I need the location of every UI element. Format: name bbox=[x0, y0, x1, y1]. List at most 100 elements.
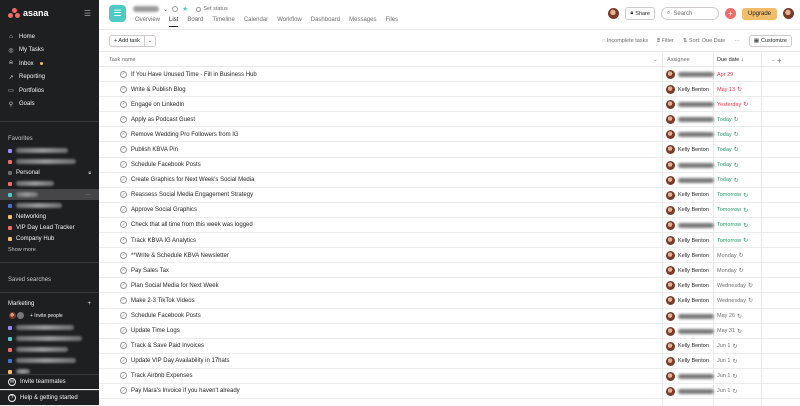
complete-task-checkbox[interactable]: ✓ bbox=[120, 130, 127, 138]
assignee-cell[interactable] bbox=[666, 309, 714, 324]
more-options-icon[interactable]: ··· bbox=[85, 192, 91, 198]
assignee-cell[interactable] bbox=[666, 384, 714, 399]
assignee-cell[interactable] bbox=[666, 112, 714, 127]
show-more-link[interactable]: Show more bbox=[0, 244, 99, 256]
table-row[interactable]: ✓ Remove Wedding Pro Followers from IG Tod… bbox=[99, 127, 800, 143]
assignee-cell[interactable] bbox=[666, 218, 714, 233]
upgrade-button[interactable]: Upgrade bbox=[741, 7, 777, 20]
due-date-cell[interactable]: Wednesday ↻ bbox=[717, 293, 753, 308]
table-row[interactable]: ✓ Reassess Social Media Engagement Strate… bbox=[99, 188, 800, 203]
project-list-icon[interactable]: ☰ bbox=[109, 5, 126, 22]
complete-task-checkbox[interactable]: ✓ bbox=[120, 85, 127, 93]
assignee-cell[interactable]: Kelly Benton bbox=[666, 248, 709, 263]
chevron-down-icon[interactable]: ⌄ bbox=[163, 6, 168, 13]
complete-task-checkbox[interactable]: ✓ bbox=[120, 236, 127, 244]
complete-task-checkbox[interactable]: ✓ bbox=[120, 312, 127, 319]
due-date-cell[interactable]: Today ↻ bbox=[717, 127, 739, 142]
favorites-heading[interactable]: Favorites bbox=[0, 128, 99, 145]
table-row[interactable]: ✓ Track KBVA IG Analytics Kelly Benton Tomo… bbox=[99, 233, 800, 249]
task-name[interactable]: Track KBVA IG Analytics bbox=[131, 233, 196, 248]
table-row[interactable]: ✓ Publish KBVA Pin Kelly Benton Today ↻ bbox=[99, 142, 800, 158]
due-date-cell[interactable]: May 31 ↻ bbox=[717, 324, 742, 339]
task-name[interactable]: Pay Mara's Invoice if you haven't alread… bbox=[131, 384, 240, 399]
favorite-project[interactable] bbox=[0, 178, 99, 189]
table-row[interactable]: ✓ Plan Social Media for Next Week Kelly Be… bbox=[99, 278, 800, 294]
sidebar-item-my-tasks[interactable]: ◎ My Tasks bbox=[0, 44, 99, 58]
table-row[interactable]: ✓ Write & Publish Blog Kelly Benton May 13 ↻ bbox=[99, 82, 800, 98]
customize-button[interactable]: ▦ Customize bbox=[748, 35, 792, 47]
complete-task-checkbox[interactable]: ✓ bbox=[120, 161, 127, 169]
set-status-button[interactable]: Set status bbox=[196, 6, 228, 12]
due-date-cell[interactable]: May 13 ↻ bbox=[717, 82, 742, 97]
invite-teammates-button[interactable]: ✉ Invite teammates bbox=[0, 374, 99, 390]
due-date-cell[interactable]: Today ↻ bbox=[717, 158, 739, 173]
assignee-cell[interactable] bbox=[666, 324, 714, 339]
due-date-cell[interactable]: Apr 29 bbox=[717, 67, 733, 82]
sort-button[interactable]: ⇅ Sort: Due Date bbox=[683, 38, 726, 44]
complete-task-checkbox[interactable]: ✓ bbox=[120, 342, 127, 350]
table-row[interactable]: ✓ Check that all time from this week was … bbox=[99, 218, 800, 234]
favorite-project[interactable] bbox=[0, 156, 99, 167]
favorite-project[interactable]: Company Hub bbox=[0, 233, 99, 244]
table-row[interactable]: ✓ Schedule Facebook Posts Today ↻ bbox=[99, 158, 800, 173]
due-date-cell[interactable]: Jun 1 ↻ bbox=[717, 339, 738, 354]
team-project[interactable] bbox=[0, 322, 99, 333]
star-icon[interactable]: ★ bbox=[182, 5, 188, 13]
team-header[interactable]: Marketing + bbox=[0, 299, 99, 309]
chevron-down-icon[interactable]: ⌄ bbox=[771, 53, 776, 67]
due-date-cell[interactable]: Monday ↻ bbox=[717, 263, 744, 278]
complete-task-checkbox[interactable]: ✓ bbox=[120, 176, 127, 184]
incomplete-tasks-filter[interactable]: ◌ Incomplete tasks bbox=[602, 38, 648, 44]
complete-task-checkbox[interactable]: ✓ bbox=[120, 221, 127, 229]
tab-dashboard[interactable]: Dashboard bbox=[311, 17, 340, 27]
tab-workflow[interactable]: Workflow bbox=[277, 17, 302, 27]
complete-task-checkbox[interactable]: ✓ bbox=[120, 145, 127, 153]
assignee-cell[interactable]: Kelly Benton bbox=[666, 82, 709, 97]
due-date-cell[interactable]: May 26 ↻ bbox=[717, 309, 742, 324]
sidebar-item-inbox[interactable]: ⍾ Inbox bbox=[0, 57, 99, 71]
help-button[interactable]: ? Help & getting started bbox=[0, 390, 99, 406]
task-name[interactable]: Check that all time from this week was l… bbox=[131, 218, 253, 233]
team-project[interactable] bbox=[0, 355, 99, 366]
table-row[interactable]: ✓ Track Airbnb Expenses Jun 1 ↻ bbox=[99, 369, 800, 384]
asana-logo[interactable]: asana bbox=[8, 8, 49, 18]
assignee-cell[interactable]: Kelly Benton bbox=[666, 203, 709, 218]
assignee-cell[interactable]: Kelly Benton bbox=[666, 263, 709, 278]
table-row[interactable]: ✓ Update VIP Day Availability in 17hats Ke… bbox=[99, 354, 800, 369]
tab-overview[interactable]: Overview bbox=[135, 17, 160, 27]
assignee-cell[interactable] bbox=[666, 173, 714, 188]
favorite-project[interactable] bbox=[0, 145, 99, 156]
table-row[interactable]: ✓ Create Graphics for Next Week's Social … bbox=[99, 173, 800, 188]
assignee-cell[interactable]: Kelly Benton bbox=[666, 293, 709, 308]
task-name[interactable]: Update Time Logs bbox=[131, 324, 180, 339]
filter-button[interactable]: ⩩ Filter bbox=[657, 38, 674, 45]
tab-board[interactable]: Board bbox=[187, 17, 203, 27]
favorite-project[interactable] bbox=[0, 200, 99, 211]
task-name[interactable]: **Write & Schedule KBVA Newsletter bbox=[131, 248, 229, 263]
due-date-cell[interactable]: Jun 1 ↻ bbox=[717, 369, 738, 384]
assignee-cell[interactable] bbox=[666, 97, 714, 112]
column-due-date[interactable]: Due date ↓ bbox=[717, 53, 744, 67]
task-name[interactable]: Track Airbnb Expenses bbox=[131, 369, 192, 384]
task-name[interactable]: Track & Save Paid Invoices bbox=[131, 339, 204, 354]
tab-calendar[interactable]: Calendar bbox=[244, 17, 268, 27]
chevron-down-icon[interactable]: ⌄ bbox=[653, 53, 658, 67]
due-date-cell[interactable]: Tomorrow ↻ bbox=[717, 188, 748, 203]
more-options-icon[interactable]: ··· bbox=[734, 38, 740, 44]
task-name[interactable]: Make 2-3 TikTok Videos bbox=[131, 293, 195, 308]
sidebar-item-home[interactable]: ⌂ Home bbox=[0, 30, 99, 44]
collapse-sidebar-icon[interactable]: ☰ bbox=[84, 9, 91, 18]
add-column-button[interactable]: + bbox=[777, 53, 782, 67]
assignee-cell[interactable]: Kelly Benton bbox=[666, 354, 709, 369]
task-name[interactable]: Update VIP Day Availability in 17hats bbox=[131, 354, 230, 369]
assignee-cell[interactable] bbox=[666, 158, 714, 173]
sidebar-item-goals[interactable]: ⚲ Goals bbox=[0, 98, 99, 112]
due-date-cell[interactable]: Jun 1 ↻ bbox=[717, 384, 738, 399]
team-project[interactable] bbox=[0, 333, 99, 344]
project-name-redacted[interactable] bbox=[133, 6, 159, 12]
due-date-cell[interactable]: Today ↻ bbox=[717, 142, 739, 157]
task-name[interactable]: If You Have Unused Time - Fill in Busine… bbox=[131, 67, 257, 82]
table-row[interactable]: ✓ Engage on LinkedIn Yesterday ↻ bbox=[99, 97, 800, 113]
due-date-cell[interactable]: Tomorrow ↻ bbox=[717, 218, 748, 233]
column-assignee[interactable]: Assignee bbox=[667, 53, 690, 67]
